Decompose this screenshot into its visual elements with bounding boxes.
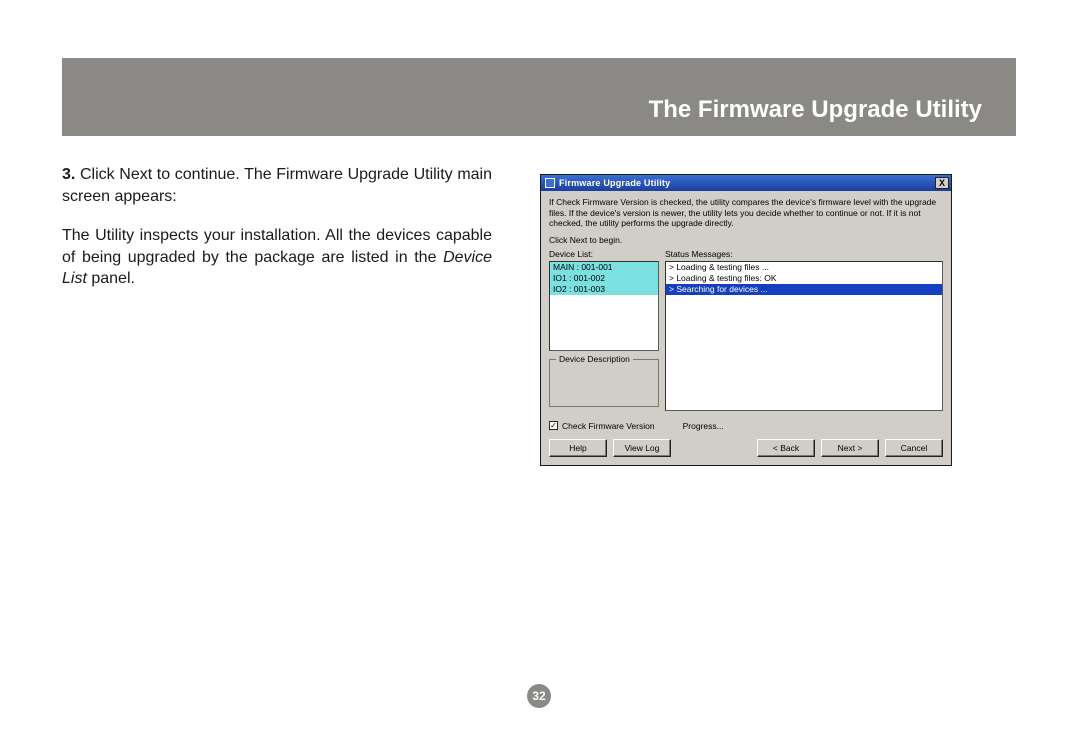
content-area: 3. Click Next to continue. The Firmware …: [62, 136, 1016, 466]
check-firmware-checkbox[interactable]: ✓ Check Firmware Version: [549, 421, 655, 431]
status-message-item: > Loading & testing files: OK: [666, 273, 942, 284]
check-firmware-label: Check Firmware Version: [562, 421, 655, 431]
back-button[interactable]: < Back: [757, 439, 815, 457]
help-button[interactable]: Help: [549, 439, 607, 457]
status-message-item: > Loading & testing files ...: [666, 262, 942, 273]
status-messages-list[interactable]: > Loading & testing files ...> Loading &…: [665, 261, 943, 411]
instruction-column: 3. Click Next to continue. The Firmware …: [62, 164, 492, 466]
checkbox-box: ✓: [549, 421, 558, 430]
wizard-body: If Check Firmware Version is checked, th…: [541, 191, 951, 465]
wizard-window: Firmware Upgrade Utility X If Check Firm…: [540, 174, 952, 466]
page-number-badge: 32: [527, 684, 551, 708]
header-band: The Firmware Upgrade Utility: [62, 58, 1016, 136]
app-icon: [545, 178, 555, 188]
next-button[interactable]: Next >: [821, 439, 879, 457]
device-list-item[interactable]: IO1 : 001-002: [550, 273, 658, 284]
status-message-item: > Searching for devices ...: [666, 284, 942, 295]
click-next-text: Click Next to begin.: [549, 235, 943, 245]
titlebar: Firmware Upgrade Utility X: [541, 175, 951, 191]
check-icon: ✓: [550, 422, 557, 430]
screenshot-column: Firmware Upgrade Utility X If Check Firm…: [540, 164, 1016, 466]
device-list-item[interactable]: IO2 : 001-003: [550, 284, 658, 295]
window-title: Firmware Upgrade Utility: [559, 178, 935, 188]
desc-part-a: The Utility inspects your installation. …: [62, 227, 492, 266]
desc-part-b: panel.: [87, 270, 135, 287]
info-text: If Check Firmware Version is checked, th…: [549, 197, 943, 229]
device-list-label: Device List:: [549, 249, 659, 259]
device-description-box: Device Description: [549, 359, 659, 407]
step-paragraph: 3. Click Next to continue. The Firmware …: [62, 164, 492, 207]
status-panel: Status Messages: > Loading & testing fil…: [665, 249, 943, 411]
status-label: Status Messages:: [665, 249, 943, 259]
device-list-item[interactable]: MAIN : 001-001: [550, 262, 658, 273]
cancel-button[interactable]: Cancel: [885, 439, 943, 457]
description-paragraph: The Utility inspects your installation. …: [62, 225, 492, 290]
progress-label: Progress...: [683, 421, 724, 431]
step-text: Click Next to continue. The Firmware Upg…: [62, 166, 492, 205]
step-number: 3.: [62, 166, 75, 183]
close-icon[interactable]: X: [935, 177, 949, 189]
device-list-panel: Device List: MAIN : 001-001IO1 : 001-002…: [549, 249, 659, 411]
options-row: ✓ Check Firmware Version Progress...: [549, 421, 943, 431]
buttons-row: Help View Log < Back Next > Cancel: [549, 439, 943, 457]
view-log-button[interactable]: View Log: [613, 439, 671, 457]
device-list[interactable]: MAIN : 001-001IO1 : 001-002IO2 : 001-003: [549, 261, 659, 351]
device-description-label: Device Description: [556, 354, 633, 364]
page-title: The Firmware Upgrade Utility: [649, 96, 982, 124]
